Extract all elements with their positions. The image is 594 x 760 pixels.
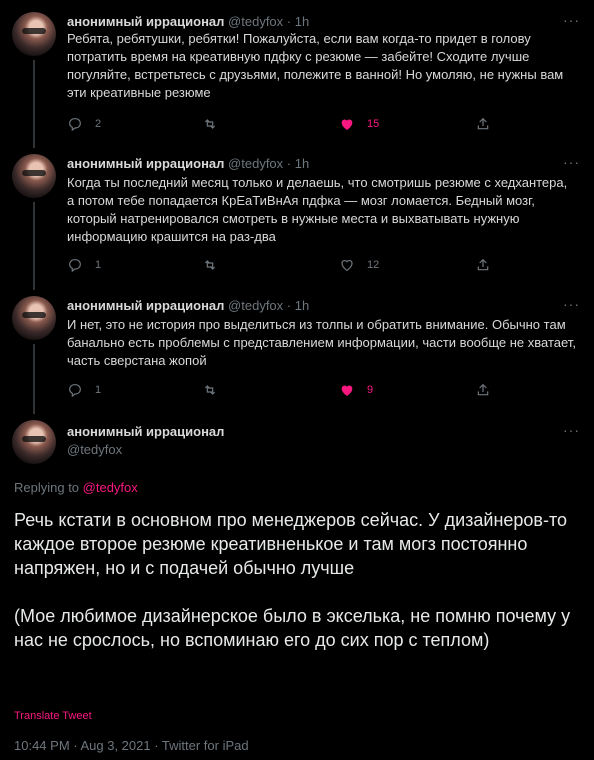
separator-dot: · bbox=[286, 14, 292, 29]
thread-line bbox=[33, 60, 35, 148]
tweet-header: анонимный иррационал @tedyfox · 1h bbox=[67, 14, 309, 29]
tweet-text: Ребята, ребятушки, ребятки! Пожалуйста, … bbox=[67, 31, 564, 100]
like-count: 9 bbox=[367, 384, 374, 396]
tweet-2[interactable]: анонимный иррационал @tedyfox · 1h ··· К… bbox=[0, 142, 594, 290]
thread-line bbox=[33, 284, 35, 290]
display-name[interactable]: анонимный иррационал bbox=[67, 424, 224, 439]
timestamp[interactable]: 1h bbox=[295, 14, 309, 29]
replying-to: Replying to @tedyfox bbox=[14, 480, 138, 495]
like-count: 15 bbox=[367, 118, 380, 130]
thread-line bbox=[33, 408, 35, 414]
display-name[interactable]: анонимный иррационал bbox=[67, 14, 224, 29]
reply-count: 1 bbox=[95, 259, 102, 271]
reply-count: 1 bbox=[95, 384, 102, 396]
avatar[interactable] bbox=[12, 420, 56, 464]
share-icon bbox=[477, 383, 489, 396]
focused-tweet: анонимный иррационал @tedyfox ··· Replyi… bbox=[0, 408, 594, 760]
like-icon bbox=[341, 260, 353, 272]
like-button[interactable]: 12 bbox=[339, 257, 379, 273]
separator-dot: · bbox=[286, 298, 292, 313]
retweet-icon bbox=[204, 385, 216, 395]
tweet-3[interactable]: анонимный иррационал @tedyfox · 1h ··· И… bbox=[0, 284, 594, 410]
more-icon[interactable]: ··· bbox=[563, 422, 580, 438]
timestamp[interactable]: 1h bbox=[295, 298, 309, 313]
handle[interactable]: @tedyfox bbox=[228, 14, 283, 29]
share-icon bbox=[477, 117, 489, 130]
tweet-meta[interactable]: 10:44 PM · Aug 3, 2021 · Twitter for iPa… bbox=[14, 738, 249, 753]
like-icon bbox=[341, 119, 353, 130]
tweet-header: анонимный иррационал @tedyfox · 1h bbox=[67, 298, 309, 313]
tweet-actions: 1 12 bbox=[67, 257, 497, 277]
retweet-button[interactable] bbox=[202, 382, 230, 398]
share-button[interactable] bbox=[475, 116, 491, 132]
tweet-actions: 2 15 bbox=[67, 116, 497, 136]
replying-mention[interactable]: @tedyfox bbox=[83, 480, 138, 495]
separator-dot: · bbox=[286, 156, 292, 171]
replying-label: Replying to bbox=[14, 480, 83, 495]
thread-line bbox=[33, 344, 35, 410]
more-icon[interactable]: ··· bbox=[563, 296, 580, 312]
like-icon bbox=[341, 385, 353, 396]
display-name[interactable]: анонимный иррационал bbox=[67, 156, 224, 171]
like-count: 12 bbox=[367, 259, 380, 271]
handle[interactable]: @tedyfox bbox=[228, 298, 283, 313]
retweet-button[interactable] bbox=[202, 257, 230, 273]
handle[interactable]: @tedyfox bbox=[228, 156, 283, 171]
more-icon[interactable]: ··· bbox=[563, 154, 580, 170]
timestamp[interactable]: 1h bbox=[295, 156, 309, 171]
retweet-icon bbox=[204, 260, 216, 270]
avatar[interactable] bbox=[12, 154, 56, 198]
avatar[interactable] bbox=[12, 296, 56, 340]
reply-icon bbox=[69, 259, 81, 273]
avatar[interactable] bbox=[12, 12, 56, 56]
handle[interactable]: @tedyfox bbox=[67, 442, 122, 457]
retweet-button[interactable] bbox=[202, 116, 230, 132]
share-icon bbox=[477, 258, 489, 271]
reply-button[interactable]: 1 bbox=[67, 382, 101, 398]
share-button[interactable] bbox=[475, 382, 491, 398]
reply-button[interactable]: 1 bbox=[67, 257, 101, 273]
tweet-header: анонимный иррационал @tedyfox · 1h bbox=[67, 156, 309, 171]
thread-line bbox=[33, 142, 35, 148]
thread-line bbox=[33, 202, 35, 290]
retweet-icon bbox=[204, 119, 216, 129]
reply-icon bbox=[69, 384, 81, 398]
tweet-thread: анонимный иррационал @tedyfox · 1h ··· Р… bbox=[0, 0, 594, 760]
more-icon[interactable]: ··· bbox=[563, 12, 580, 28]
tweet-1[interactable]: анонимный иррационал @tedyfox · 1h ··· Р… bbox=[0, 12, 594, 148]
tweet-text: И нет, это не история про выделиться из … bbox=[67, 317, 576, 368]
tweet-text: Когда ты последний месяц только и делаеш… bbox=[67, 175, 568, 244]
translate-link[interactable]: Translate Tweet bbox=[14, 710, 92, 722]
display-name[interactable]: анонимный иррационал bbox=[67, 298, 224, 313]
reply-count: 2 bbox=[95, 118, 102, 130]
tweet-actions: 1 9 bbox=[67, 382, 497, 402]
tweet-text: Речь кстати в основном про менеджеров се… bbox=[14, 510, 571, 650]
reply-icon bbox=[69, 118, 81, 132]
reply-button[interactable]: 2 bbox=[67, 116, 101, 132]
like-button[interactable]: 15 bbox=[339, 116, 379, 132]
share-button[interactable] bbox=[475, 257, 491, 273]
like-button[interactable]: 9 bbox=[339, 382, 373, 398]
